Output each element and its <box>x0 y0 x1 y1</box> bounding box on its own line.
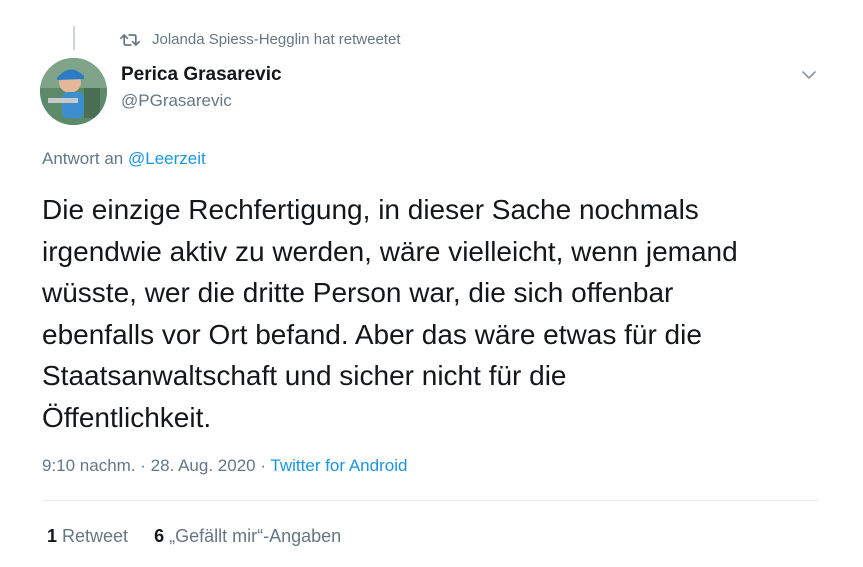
tweet-text: Die einzige Rechfertigung, in dieser Sac… <box>42 194 738 433</box>
divider <box>42 500 818 501</box>
meta-separator: · <box>135 456 151 475</box>
tweet-time[interactable]: 9:10 nachm. <box>42 456 136 475</box>
retweet-context-text: Jolanda Spiess-Hegglin hat retweetet <box>152 31 401 48</box>
reply-prefix: Antwort an <box>42 149 124 168</box>
retweet-context[interactable]: Jolanda Spiess-Hegglin hat retweetet <box>120 31 400 48</box>
retweet-icon <box>120 33 140 46</box>
retweets-stat[interactable]: 1 Retweet <box>47 526 128 547</box>
reply-mention-link[interactable]: @Leerzeit <box>128 149 206 168</box>
tweet-stats: 1 Retweet 6 „Gefällt mir“-Angaben <box>47 526 367 547</box>
meta-separator: · <box>255 456 271 475</box>
chevron-down-icon[interactable] <box>800 66 818 84</box>
likes-count: 6 <box>154 526 165 546</box>
tweet-source-link[interactable]: Twitter for Android <box>270 456 407 475</box>
author-handle[interactable]: @PGrasarevic <box>121 88 282 114</box>
author-block[interactable]: Perica Grasarevic @PGrasarevic <box>121 62 282 114</box>
likes-label: „Gefällt mir“-Angaben <box>169 526 342 546</box>
thread-line <box>73 26 75 50</box>
avatar-image <box>40 58 107 125</box>
author-name[interactable]: Perica Grasarevic <box>121 62 282 88</box>
retweets-label: Retweet <box>62 526 129 546</box>
tweet-date[interactable]: 28. Aug. 2020 <box>151 456 256 475</box>
tweet-meta: 9:10 nachm. · 28. Aug. 2020 · Twitter fo… <box>42 456 407 476</box>
likes-stat[interactable]: 6 „Gefällt mir“-Angaben <box>154 526 341 547</box>
avatar[interactable] <box>40 58 107 125</box>
retweets-count: 1 <box>47 526 58 546</box>
reply-context: Antwort an @Leerzeit <box>42 149 206 169</box>
